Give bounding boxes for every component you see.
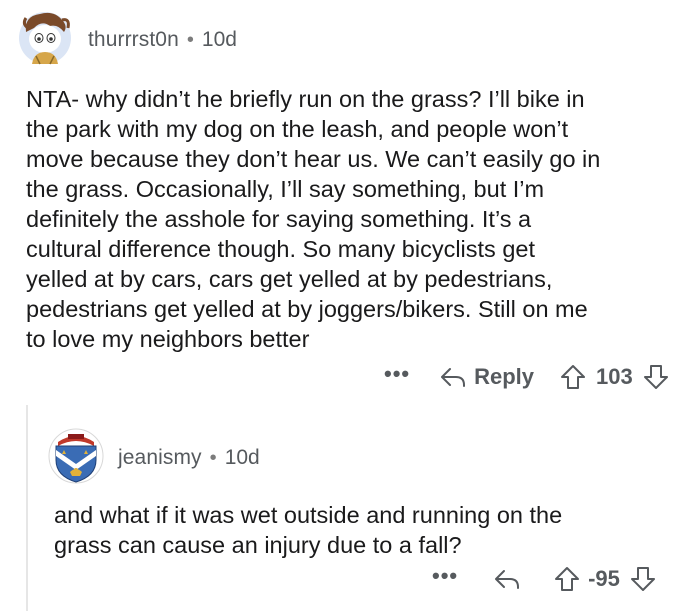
upvote-arrow-icon[interactable] [560,364,586,390]
comment-body-line: NTA- why didn’t he briefly run on the gr… [26,86,585,112]
reply-actions: ••• -95 [432,565,656,592]
comment-body-line: to love my neighbors better [26,326,310,352]
comment-age: 10d [201,28,237,51]
reply-avatar[interactable] [48,428,104,484]
reply-header: jeanismy • 10d [118,446,260,470]
vote-score: -95 [588,566,620,591]
reply-body-line: and what if it was wet outside and runni… [54,502,563,528]
reply-body-line: grass can cause an injury due to a fall? [54,532,462,558]
downvote-arrow-icon[interactable] [630,566,656,592]
comment-body-line: move because they don’t hear us. We can’… [26,146,601,172]
more-options-button[interactable]: ••• [384,363,410,385]
reply-button[interactable]: Reply [440,364,534,390]
comment-body-line: definitely the asshole for saying someth… [26,206,532,232]
separator-dot: • [186,28,194,51]
comment-thread: thurrrst0n • 10d NTA- why didn’t he brie… [0,0,700,611]
comment-age: 10d [224,446,260,469]
upvote-arrow-icon[interactable] [554,566,580,592]
separator-dot: • [209,446,217,469]
comment-body-line: the grass. Occasionally, I’ll say someth… [26,176,545,202]
username[interactable]: thurrrst0n [88,28,179,52]
reply-arrow-icon[interactable] [494,568,520,590]
avatar[interactable] [14,6,76,68]
thread-line[interactable] [26,405,28,611]
comment-body-line: cultural difference though. So many bicy… [26,236,536,262]
username[interactable]: jeanismy [118,446,202,470]
vote-score: 103 [596,364,633,389]
comment-body-line: the park with my dog on the leash, and p… [26,116,569,142]
reply-body: and what if it was wet outside and runni… [54,500,684,560]
comment-body: NTA- why didn’t he briefly run on the gr… [26,84,686,354]
reply-arrow-icon [440,366,466,388]
more-options-button[interactable]: ••• [432,565,458,587]
downvote-arrow-icon[interactable] [643,364,669,390]
comment-body-line: pedestrians get yelled at by joggers/bik… [26,296,588,322]
comment-actions: ••• Reply 103 [384,363,669,390]
comment-body-line: yelled at by cars, cars get yelled at by… [26,266,553,292]
comment-header: thurrrst0n • 10d [88,28,237,52]
reply-label: Reply [474,364,535,389]
